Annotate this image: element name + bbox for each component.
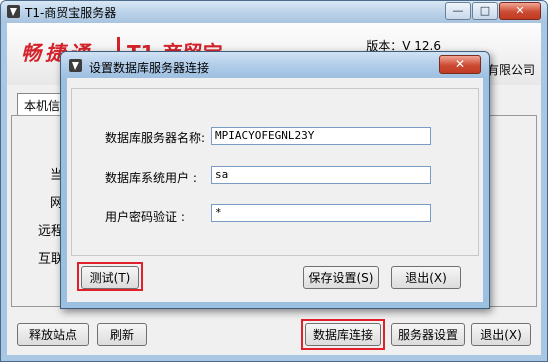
dialog-close-button[interactable]: ✕ <box>439 55 481 74</box>
server-name-input[interactable]: MPIACYOFEGNL23Y <box>211 127 431 145</box>
company-label: 有限公司 <box>486 63 535 77</box>
save-settings-button[interactable]: 保存设置(S) <box>303 266 379 289</box>
server-name-label: 数据库服务器名称: <box>105 131 206 145</box>
db-connect-button[interactable]: 数据库连接 <box>305 323 381 346</box>
dialog-title: 设置数据库服务器连接 <box>89 61 210 75</box>
maximize-button[interactable]: □ <box>472 2 498 20</box>
refresh-button[interactable]: 刷新 <box>97 323 147 346</box>
dialog-body: 数据库服务器名称: MPIACYOFEGNL23Y 数据库系统用户 : sa 用… <box>67 78 483 302</box>
title-bar[interactable]: T1-商贸宝服务器 — □ ✕ <box>1 1 547 23</box>
db-user-input[interactable]: sa <box>211 166 431 184</box>
tab-label: 本机信 <box>24 99 61 113</box>
minimize-button[interactable]: — <box>445 2 471 20</box>
window-title: T1-商贸宝服务器 <box>25 6 117 20</box>
db-user-label: 数据库系统用户 : <box>105 171 197 185</box>
release-site-button[interactable]: 释放站点 <box>17 323 89 346</box>
app-icon <box>69 59 82 72</box>
dialog-exit-button[interactable]: 退出(X) <box>391 266 461 289</box>
password-input[interactable]: * <box>211 204 431 222</box>
exit-button[interactable]: 退出(X) <box>471 323 531 346</box>
server-settings-button[interactable]: 服务器设置 <box>391 323 465 346</box>
test-button[interactable]: 测试(T) <box>81 266 139 289</box>
password-label: 用户密码验证 : <box>105 210 185 224</box>
app-icon <box>7 5 20 18</box>
db-connection-dialog: 设置数据库服务器连接 ✕ 数据库服务器名称: MPIACYOFEGNL23Y 数… <box>60 51 490 309</box>
dialog-title-bar[interactable]: 设置数据库服务器连接 ✕ <box>61 52 489 78</box>
close-button[interactable]: ✕ <box>499 2 541 20</box>
